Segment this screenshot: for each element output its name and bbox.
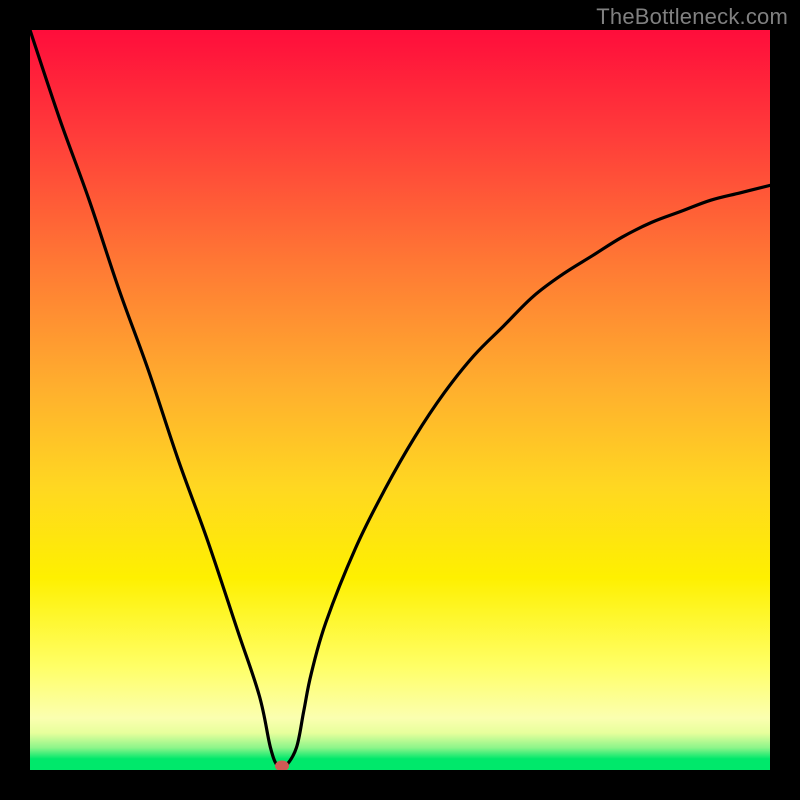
plot-area — [30, 30, 770, 770]
bottleneck-curve — [30, 30, 770, 769]
watermark-text: TheBottleneck.com — [596, 4, 788, 30]
curve-layer — [30, 30, 770, 770]
min-point-marker — [275, 761, 289, 770]
chart-frame: TheBottleneck.com — [0, 0, 800, 800]
